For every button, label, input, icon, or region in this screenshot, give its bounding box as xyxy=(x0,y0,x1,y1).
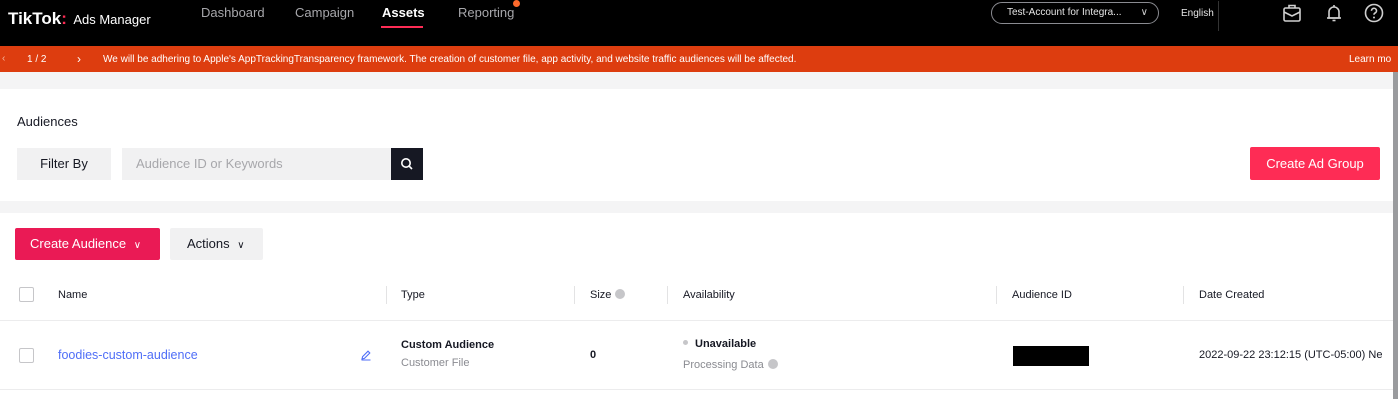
actions-label: Actions xyxy=(187,236,230,251)
redacted-audience-id xyxy=(1013,346,1089,366)
audiences-table-card: Create Audience ∨ Actions ∨ Name Type Si… xyxy=(0,213,1393,399)
search-button[interactable] xyxy=(391,148,423,180)
bell-icon[interactable] xyxy=(1323,2,1345,24)
audience-size: 0 xyxy=(590,349,597,361)
account-selector[interactable]: Test-Account for Integra... ∨ xyxy=(991,2,1159,24)
announcement-banner: ‹ 1 / 2 › We will be adhering to Apple's… xyxy=(0,46,1398,72)
column-header-size[interactable]: Size xyxy=(590,289,626,301)
column-header-name[interactable]: Name xyxy=(58,289,87,301)
availability-label: Unavailable xyxy=(695,338,757,350)
briefcase-icon[interactable] xyxy=(1281,2,1303,24)
audience-name-link[interactable]: foodies-custom-audience xyxy=(58,348,198,362)
nav-assets[interactable]: Assets xyxy=(382,5,425,20)
filter-by-button[interactable]: Filter By xyxy=(17,148,111,180)
help-icon[interactable] xyxy=(1363,2,1385,24)
top-navigation-bar: TikTok: Ads Manager Dashboard Campaign A… xyxy=(0,0,1398,46)
create-ad-group-button[interactable]: Create Ad Group xyxy=(1250,147,1380,180)
nav-dashboard[interactable]: Dashboard xyxy=(201,5,265,20)
availability-detail: Processing Data xyxy=(683,359,778,371)
column-divider xyxy=(1183,286,1184,304)
column-divider xyxy=(667,286,668,304)
info-icon[interactable] xyxy=(767,359,778,369)
chevron-down-icon: ∨ xyxy=(237,240,245,251)
chevron-right-icon[interactable]: › xyxy=(77,52,81,66)
logo-colon: : xyxy=(61,9,67,28)
logo-subtitle: Ads Manager xyxy=(73,12,151,27)
audiences-filter-card: Audiences Filter By Audience ID or Keywo… xyxy=(0,89,1393,201)
column-divider xyxy=(996,286,997,304)
create-audience-button[interactable]: Create Audience ∨ xyxy=(15,228,160,260)
availability-detail-label: Processing Data xyxy=(683,359,764,371)
status-dot xyxy=(683,340,688,345)
chevron-down-icon: ∨ xyxy=(133,240,142,251)
audience-type: Custom Audience xyxy=(401,339,495,351)
date-created: 2022-09-22 23:12:15 (UTC-05:00) Ne xyxy=(1199,349,1383,361)
tiktok-ads-manager-logo[interactable]: TikTok: Ads Manager xyxy=(8,9,151,29)
create-audience-label: Create Audience xyxy=(30,236,127,251)
actions-button[interactable]: Actions ∨ xyxy=(170,228,263,260)
active-nav-underline xyxy=(381,26,423,28)
chevron-down-icon: ∨ xyxy=(1140,7,1148,18)
column-divider xyxy=(574,286,575,304)
row-divider xyxy=(0,389,1393,390)
banner-message: We will be adhering to Apple's AppTracki… xyxy=(103,54,797,65)
column-header-audience-id[interactable]: Audience ID xyxy=(1012,289,1072,301)
page-title: Audiences xyxy=(17,114,78,129)
account-label: Test-Account for Integra... xyxy=(1007,7,1122,18)
table-row: foodies-custom-audience Custom Audience … xyxy=(0,321,1393,389)
availability-status: Unavailable xyxy=(683,338,756,350)
banner-page-indicator: 1 / 2 xyxy=(27,54,47,65)
banner-learn-more-link[interactable]: Learn mo xyxy=(1349,54,1391,65)
redacted-block xyxy=(1218,1,1273,31)
column-header-date-created[interactable]: Date Created xyxy=(1199,289,1264,301)
size-label: Size xyxy=(590,289,612,301)
row-checkbox[interactable] xyxy=(19,348,34,363)
column-header-availability[interactable]: Availability xyxy=(683,289,735,301)
column-divider xyxy=(386,286,387,304)
edit-pencil-icon[interactable] xyxy=(360,349,372,361)
language-selector[interactable]: English xyxy=(1181,8,1214,19)
nav-campaign[interactable]: Campaign xyxy=(295,5,354,20)
nav-reporting[interactable]: Reporting xyxy=(458,5,514,20)
audience-subtype: Customer File xyxy=(401,357,470,369)
search-icon xyxy=(401,158,413,170)
notification-dot xyxy=(513,0,520,7)
column-header-type[interactable]: Type xyxy=(401,289,425,301)
logo-text: TikTok xyxy=(8,9,62,28)
search-input[interactable]: Audience ID or Keywords xyxy=(122,148,391,180)
table-header: Name Type Size Availability Audience ID … xyxy=(0,270,1393,320)
select-all-checkbox[interactable] xyxy=(19,287,34,302)
scrollbar-track[interactable] xyxy=(1393,72,1398,399)
chevron-left-icon[interactable]: ‹ xyxy=(2,53,5,64)
info-icon[interactable] xyxy=(615,289,626,299)
